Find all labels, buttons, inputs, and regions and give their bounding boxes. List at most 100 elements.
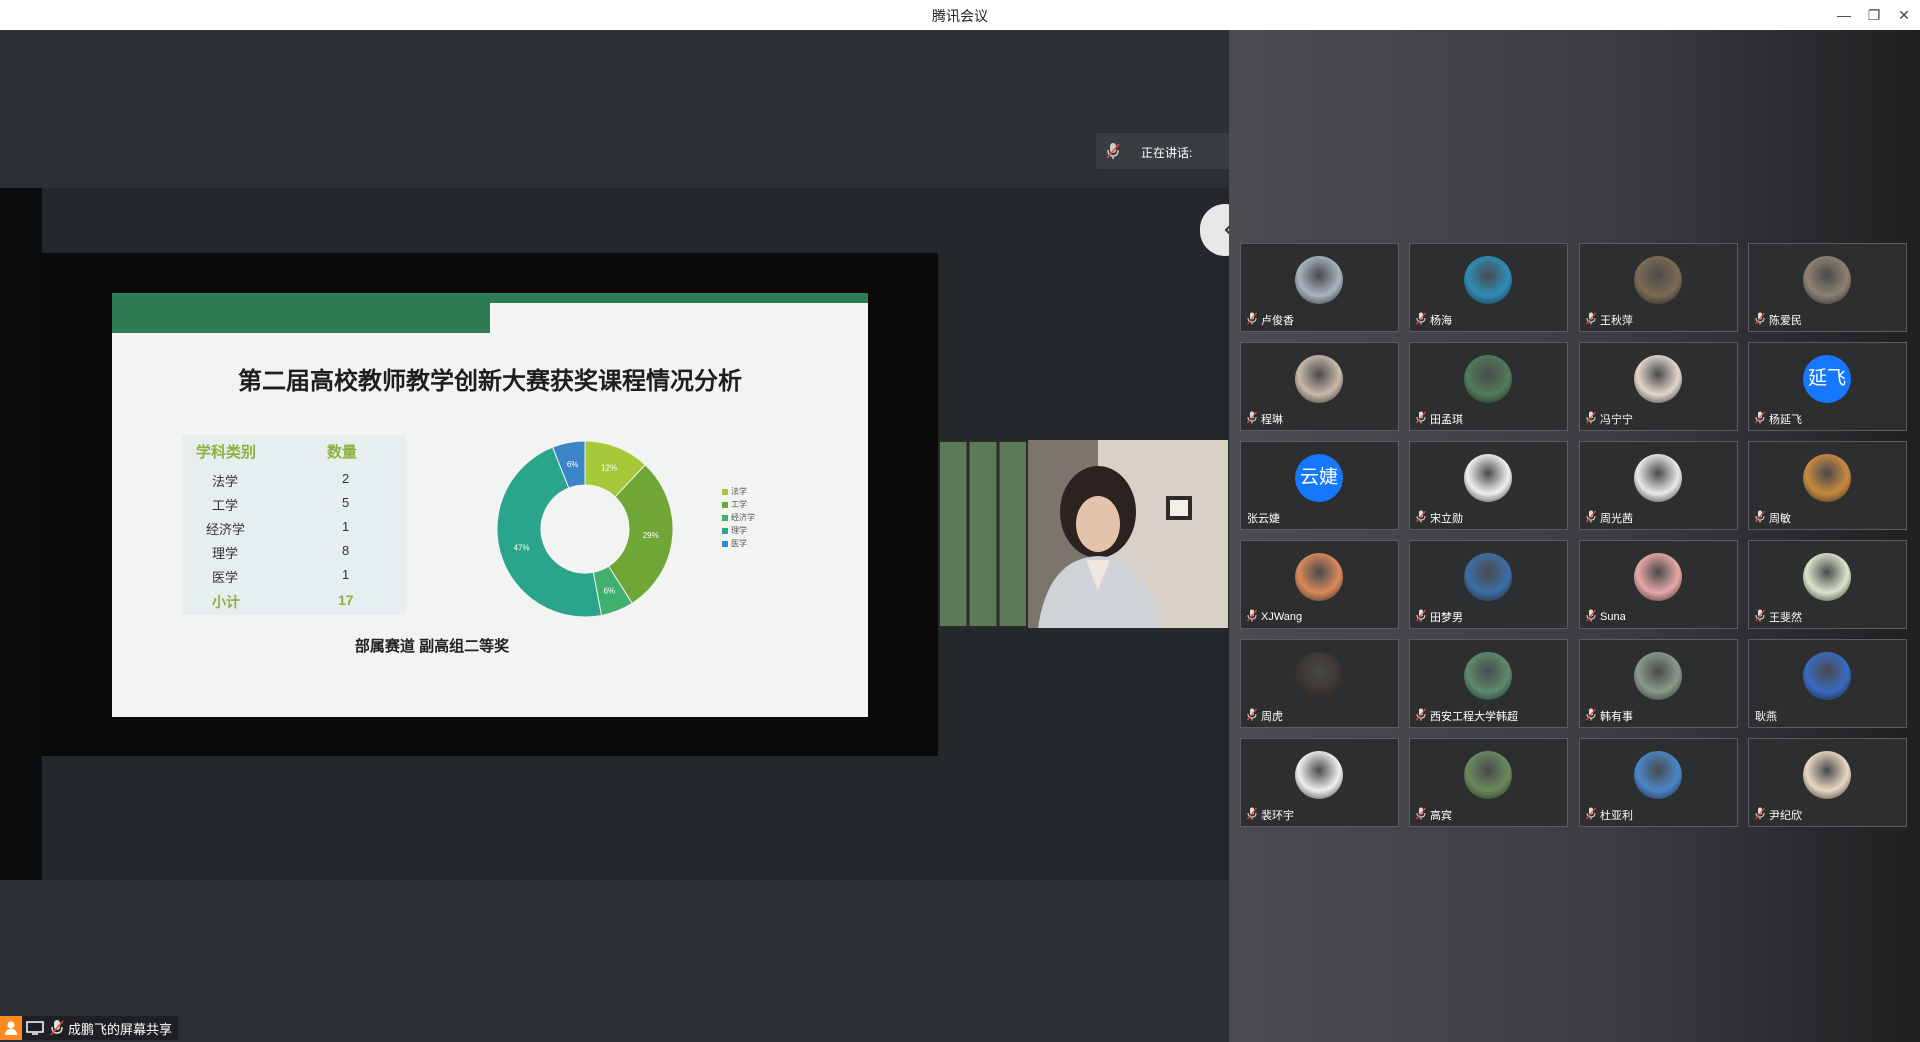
restore-button[interactable]: ❐ bbox=[1862, 4, 1886, 26]
legend-item: 经济学 bbox=[722, 511, 755, 524]
avatar-photo-icon bbox=[1803, 454, 1851, 502]
participant-tile[interactable]: 周敏 bbox=[1748, 441, 1907, 530]
legend-swatch bbox=[722, 501, 728, 508]
avatar-photo-icon bbox=[1464, 454, 1512, 502]
participant-tile[interactable]: 杨海 bbox=[1409, 243, 1568, 332]
participant-name: 裴环宇 bbox=[1247, 807, 1294, 823]
slice-label: 47% bbox=[514, 543, 530, 552]
participant-tile[interactable]: 王斐然 bbox=[1748, 540, 1907, 629]
speaker-video-frame bbox=[938, 440, 1228, 628]
screen-share-label: 成鹏飞的屏幕共享 bbox=[68, 1021, 173, 1037]
participant-tile[interactable]: 杜亚利 bbox=[1579, 738, 1738, 827]
close-button[interactable]: ✕ bbox=[1892, 4, 1916, 26]
mic-icon bbox=[1586, 411, 1596, 424]
participant-name-label: 耿燕 bbox=[1755, 711, 1777, 723]
participant-tile[interactable]: 田孟琪 bbox=[1409, 342, 1568, 431]
participant-tile[interactable]: 韩有事 bbox=[1579, 639, 1738, 728]
participant-tile[interactable]: 耿燕 bbox=[1748, 639, 1907, 728]
table-total-value: 17 bbox=[338, 592, 354, 608]
participant-tile[interactable]: 宋立勋 bbox=[1409, 441, 1568, 530]
title-bar: 腾讯会议 — ❐ ✕ bbox=[0, 0, 1920, 31]
participant-tile[interactable]: 卢俊香 bbox=[1240, 243, 1399, 332]
participant-tile[interactable]: 延飞 杨延飞 bbox=[1748, 342, 1907, 431]
mic-icon bbox=[1416, 609, 1426, 622]
participant-tile[interactable]: 冯宁宁 bbox=[1579, 342, 1738, 431]
minimize-button[interactable]: — bbox=[1832, 4, 1856, 26]
participant-name-label: 周光茜 bbox=[1600, 513, 1633, 525]
table-cell: 工学 bbox=[212, 498, 239, 513]
mic-icon bbox=[1247, 609, 1257, 622]
avatar-photo-icon bbox=[1464, 256, 1512, 304]
legend-label: 工学 bbox=[731, 500, 747, 509]
participant-tile[interactable]: 云婕 张云婕 bbox=[1240, 441, 1399, 530]
legend-item: 医学 bbox=[722, 537, 755, 550]
avatar-photo-icon bbox=[1803, 751, 1851, 799]
participant-tile[interactable]: 陈爱民 bbox=[1748, 243, 1907, 332]
participant-name-label: 杨延飞 bbox=[1769, 414, 1802, 426]
participant-name: 周光茜 bbox=[1586, 510, 1633, 526]
participant-name-label: 田孟琪 bbox=[1430, 414, 1463, 426]
legend-label: 法学 bbox=[731, 487, 747, 496]
slide-header-band bbox=[112, 293, 868, 303]
mic-icon bbox=[1755, 411, 1765, 424]
participant-name: 西安工程大学韩超 bbox=[1416, 708, 1518, 724]
mic-icon bbox=[1586, 609, 1596, 622]
mic-icon bbox=[1247, 807, 1257, 820]
participant-tile[interactable]: 程琳 bbox=[1240, 342, 1399, 431]
legend-item: 理学 bbox=[722, 524, 755, 537]
donut-chart: 12% 29% 6% 47% 6% bbox=[496, 440, 674, 618]
slice-label: 12% bbox=[601, 464, 617, 473]
avatar-photo-icon bbox=[1295, 355, 1343, 403]
participant-name: 张云婕 bbox=[1247, 510, 1280, 526]
participant-name: 周敏 bbox=[1755, 510, 1791, 526]
participant-tile[interactable]: 裴环宇 bbox=[1240, 738, 1399, 827]
legend-label: 经济学 bbox=[731, 513, 755, 522]
participant-tile[interactable]: 王秋萍 bbox=[1579, 243, 1738, 332]
participant-tile[interactable]: Suna bbox=[1579, 540, 1738, 629]
table-total-label: 小计 bbox=[212, 594, 240, 610]
participant-name: 冯宁宁 bbox=[1586, 411, 1633, 427]
mic-icon bbox=[1247, 411, 1257, 424]
avatar-photo-icon bbox=[1464, 751, 1512, 799]
participant-name-label: 高宾 bbox=[1430, 810, 1452, 822]
participant-name: 高宾 bbox=[1416, 807, 1452, 823]
participant-tile[interactable]: 周光茜 bbox=[1579, 441, 1738, 530]
participant-tile[interactable]: 周虎 bbox=[1240, 639, 1399, 728]
avatar-photo-icon bbox=[1634, 553, 1682, 601]
participant-tile[interactable]: 高宾 bbox=[1409, 738, 1568, 827]
avatar-photo-icon bbox=[1634, 652, 1682, 700]
mic-icon bbox=[1755, 312, 1765, 325]
legend-label: 理学 bbox=[731, 526, 747, 535]
subject-table: 学科类别 数量 法学 2 工学 5 经济学 1 理学 8 医学 1 小计 17 bbox=[182, 435, 406, 615]
table-header-count: 数量 bbox=[327, 444, 358, 461]
mic-icon bbox=[1416, 411, 1426, 424]
participant-name: 卢俊香 bbox=[1247, 312, 1294, 328]
participant-name: 宋立勋 bbox=[1416, 510, 1463, 526]
mic-icon bbox=[1247, 708, 1257, 721]
mic-icon bbox=[1416, 312, 1426, 325]
legend-label: 医学 bbox=[731, 539, 747, 548]
participant-tile[interactable]: 田梦男 bbox=[1409, 540, 1568, 629]
slice-label: 29% bbox=[643, 531, 659, 540]
speaker-video bbox=[938, 440, 1228, 628]
mic-icon bbox=[1755, 510, 1765, 523]
participant-name: 陈爱民 bbox=[1755, 312, 1802, 328]
participant-tile[interactable]: 西安工程大学韩超 bbox=[1409, 639, 1568, 728]
participant-name: 田孟琪 bbox=[1416, 411, 1463, 427]
participant-tile[interactable]: 尹纪欣 bbox=[1748, 738, 1907, 827]
avatar: 云婕 bbox=[1295, 454, 1343, 502]
slice-label: 6% bbox=[604, 586, 616, 595]
avatar-photo-icon bbox=[1634, 751, 1682, 799]
participant-name-label: 卢俊香 bbox=[1261, 315, 1294, 327]
participant-name-label: Suna bbox=[1600, 611, 1626, 623]
avatar-photo-icon bbox=[1634, 256, 1682, 304]
participant-name-label: 程琳 bbox=[1261, 414, 1283, 426]
participant-name: 杜亚利 bbox=[1586, 807, 1633, 823]
participant-name: Suna bbox=[1586, 609, 1626, 625]
participant-name-label: 冯宁宁 bbox=[1600, 414, 1633, 426]
participant-tile[interactable]: XJWang bbox=[1240, 540, 1399, 629]
participant-name-label: 韩有事 bbox=[1600, 711, 1633, 723]
participant-name: 田梦男 bbox=[1416, 609, 1463, 625]
participant-name: XJWang bbox=[1247, 609, 1302, 625]
table-cell: 理学 bbox=[212, 546, 239, 561]
